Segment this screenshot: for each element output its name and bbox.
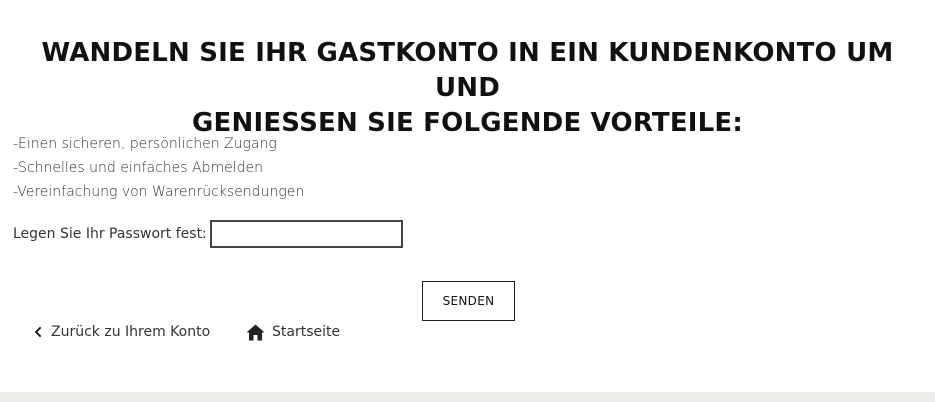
footer-band [0, 392, 935, 402]
submit-button[interactable]: SENDEN [422, 281, 515, 321]
password-label: Legen Sie Ihr Passwort fest: [13, 226, 207, 242]
home-link-label: Startseite [272, 324, 341, 340]
benefit-item: -Einen sicheren, persönlichen Zugang [13, 136, 277, 152]
chevron-left-icon [33, 326, 43, 338]
benefits-list: -Einen sicheren, persönlichen Zugang -Sc… [13, 132, 304, 204]
page-title-line-1: WANDELN SIE IHR GASTKONTO IN EIN KUNDENK… [41, 38, 894, 103]
page-title: WANDELN SIE IHR GASTKONTO IN EIN KUNDENK… [20, 36, 915, 141]
back-link-label: Zurück zu Ihrem Konto [51, 324, 211, 340]
back-to-account-link[interactable]: Zurück zu Ihrem Konto [33, 321, 210, 343]
password-input[interactable] [209, 220, 403, 248]
password-row: Legen Sie Ihr Passwort fest: [13, 220, 403, 248]
benefit-item: -Schnelles und einfaches Abmelden [13, 160, 264, 176]
benefit-item: -Vereinfachung von Warenrücksendungen [13, 184, 305, 200]
home-icon [246, 324, 265, 341]
home-link[interactable]: Startseite [246, 321, 340, 343]
page: WANDELN SIE IHR GASTKONTO IN EIN KUNDENK… [0, 0, 935, 402]
